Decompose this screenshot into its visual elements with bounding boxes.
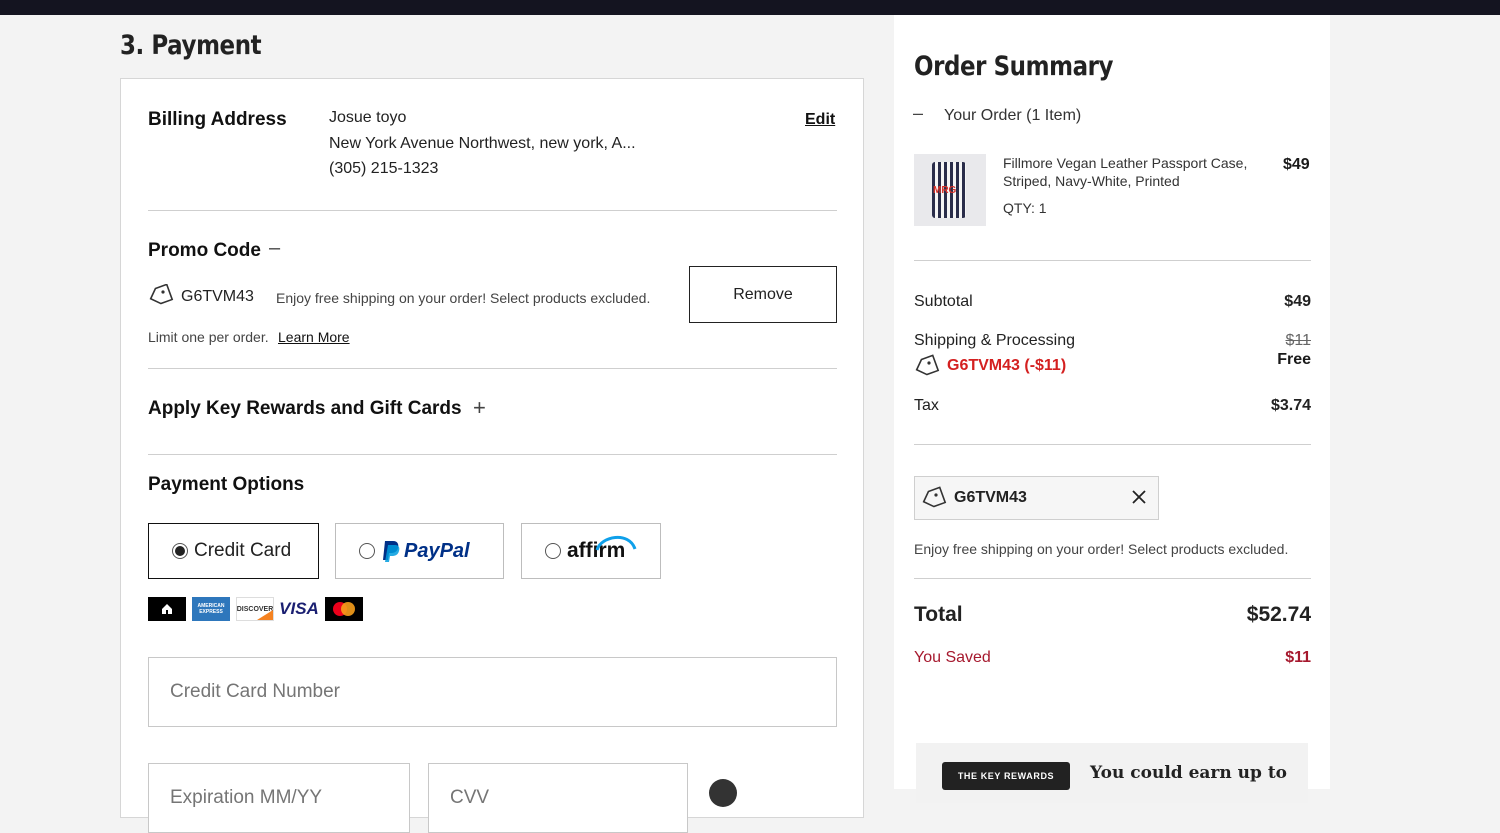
product-qty: QTY: 1 [1003, 200, 1047, 216]
total-label: Total [914, 603, 963, 626]
order-summary-panel: Order Summary – Your Order (1 Item) MRG … [894, 15, 1330, 803]
saved-row: You Saved $11 [914, 649, 1311, 667]
billing-address: New York Avenue Northwest, new york, A..… [329, 135, 636, 152]
applied-promo-code: G6TVM43 [181, 288, 254, 305]
applied-promo-chip: G6TVM43 [914, 476, 1159, 520]
billing-phone: (305) 215-1323 [329, 160, 439, 177]
shipping-value: Free [1277, 351, 1311, 368]
product-price: $49 [1283, 156, 1310, 173]
saved-label: You Saved [914, 649, 991, 666]
mastercard-icon [325, 597, 363, 621]
tax-row: Tax $3.74 [914, 397, 1311, 415]
divider [914, 444, 1311, 445]
subtotal-value: $49 [1284, 293, 1311, 310]
saved-value: $11 [1285, 649, 1311, 666]
shipping-original-price: $11 [1285, 332, 1311, 349]
promo-limit-text: Limit one per order. [148, 329, 269, 345]
expiration-input[interactable] [148, 763, 410, 833]
cvv-help-icon[interactable] [709, 779, 737, 807]
affirm-option[interactable]: affirm [521, 523, 661, 579]
discover-icon: DISCOVER [236, 597, 274, 621]
promo-code-label: Promo Code [148, 240, 261, 261]
browser-top-bar [0, 0, 1500, 15]
key-rewards-badge: THE KEY REWARDS [942, 762, 1070, 790]
payment-card: Billing Address Josue toyo New York Aven… [120, 78, 864, 833]
credit-card-number-input[interactable] [148, 657, 837, 727]
tag-icon [921, 486, 947, 510]
paypal-logo-icon: PayPal [381, 539, 470, 563]
promo-chip-description: Enjoy free shipping on your order! Selec… [914, 541, 1289, 557]
learn-more-link[interactable]: Learn More [278, 329, 350, 345]
paypal-radio[interactable] [359, 543, 375, 559]
product-thumbnail: MRG [914, 154, 986, 226]
subtotal-row: Subtotal $49 [914, 293, 1311, 311]
divider [914, 578, 1311, 579]
your-order-label[interactable]: Your Order (1 Item) [944, 107, 1081, 125]
credit-card-radio[interactable] [172, 543, 188, 559]
shipping-label: Shipping & Processing [914, 332, 1075, 349]
visa-icon: VISA [279, 599, 319, 618]
shipping-promo-discount: G6TVM43 (-$11) [947, 357, 1067, 374]
payment-options-label: Payment Options [148, 474, 305, 495]
affirm-logo-icon: affirm [567, 536, 637, 563]
tag-icon [914, 354, 940, 378]
total-row: Total $52.74 [914, 603, 1311, 627]
credit-card-option-label: Credit Card [194, 540, 292, 561]
apply-rewards-label[interactable]: Apply Key Rewards and Gift Cards [148, 398, 462, 420]
divider [148, 454, 837, 455]
divider [914, 260, 1311, 261]
cvv-input[interactable] [428, 763, 688, 833]
house-card-icon [148, 597, 186, 621]
divider [148, 368, 837, 369]
subtotal-label: Subtotal [914, 293, 973, 310]
key-rewards-text: You could earn up to [1090, 763, 1288, 783]
key-rewards-banner: THE KEY REWARDS You could earn up to [916, 743, 1308, 803]
promo-description: Enjoy free shipping on your order! Selec… [276, 290, 651, 306]
tag-icon [148, 283, 174, 306]
credit-card-option[interactable]: Credit Card [148, 523, 319, 579]
remove-promo-button[interactable]: Remove [689, 266, 837, 323]
expand-rewards-toggle[interactable]: + [473, 395, 486, 421]
tax-value: $3.74 [1270, 397, 1311, 414]
product-image-monogram: MRG [933, 185, 957, 196]
product-name[interactable]: Fillmore Vegan Leather Passport Case, St… [1003, 154, 1269, 190]
order-summary-title: Order Summary [914, 51, 1114, 82]
total-value: $52.74 [1246, 603, 1311, 626]
your-order-collapse-toggle[interactable]: – [913, 103, 923, 124]
tax-label: Tax [914, 397, 939, 414]
divider [148, 210, 837, 211]
page-title: 3. Payment [120, 30, 262, 61]
promo-collapse-toggle[interactable]: – [269, 237, 280, 260]
affirm-radio[interactable] [545, 543, 561, 559]
billing-name: Josue toyo [329, 109, 407, 126]
paypal-logo-text: PayPal [404, 539, 470, 562]
edit-billing-link[interactable]: Edit [805, 111, 835, 129]
promo-chip-code: G6TVM43 [954, 489, 1027, 506]
amex-icon: AMERICAN EXPRESS [192, 597, 230, 621]
shipping-row: Shipping & Processing $11 [914, 332, 1311, 350]
paypal-option[interactable]: PayPal [335, 523, 504, 579]
billing-address-label: Billing Address [148, 109, 287, 130]
close-icon[interactable] [1130, 488, 1148, 506]
